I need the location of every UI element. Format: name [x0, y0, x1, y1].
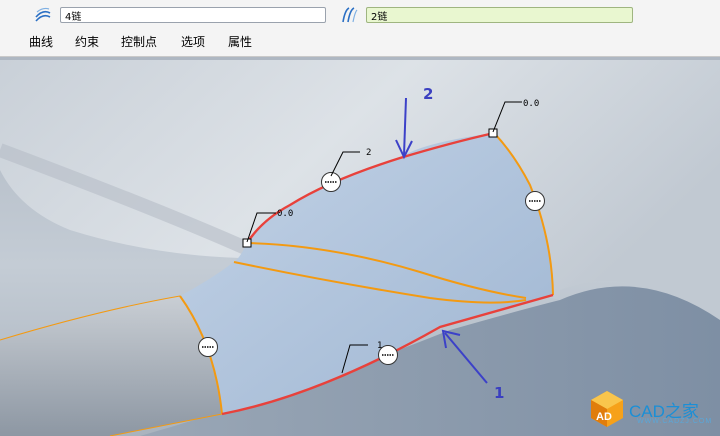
chain-curve-icon[interactable]	[339, 5, 359, 25]
tab-properties[interactable]: 属性	[228, 33, 252, 51]
vertex-handle[interactable]	[242, 238, 252, 248]
tab-curves[interactable]: 曲线	[29, 33, 53, 51]
surface-toolbar: 曲线 约束 控制点 选项 属性	[0, 0, 720, 57]
watermark-url: WWW.CADZJ.COM	[637, 418, 713, 425]
curve-handle[interactable]	[525, 191, 545, 211]
cad-logo-icon: AD	[591, 391, 623, 427]
second-chain-field[interactable]	[366, 7, 633, 23]
vertex-handle[interactable]	[488, 128, 498, 138]
vertex-label: 0.0	[523, 99, 539, 109]
handle-label: 2	[366, 148, 371, 158]
first-chain-field[interactable]	[60, 7, 326, 23]
curve-handle[interactable]	[198, 337, 218, 357]
callout-label: 2	[423, 85, 433, 103]
tab-control-points[interactable]: 控制点	[121, 33, 157, 51]
vertex-label: 0.0	[277, 209, 293, 219]
model-scene: 0.0 0.0 2 1 2 1	[0, 57, 720, 436]
watermark: AD CAD之家 WWW.CADZJ.COM	[585, 389, 717, 429]
logo-letters: AD	[596, 411, 612, 423]
tab-constraints[interactable]: 约束	[75, 33, 99, 51]
tab-options[interactable]: 选项	[181, 33, 205, 51]
handle-label: 1	[377, 341, 382, 351]
model-viewport[interactable]: 0.0 0.0 2 1 2 1	[0, 57, 720, 436]
callout-label: 1	[494, 384, 504, 402]
chain-curve-icon[interactable]	[33, 5, 53, 25]
